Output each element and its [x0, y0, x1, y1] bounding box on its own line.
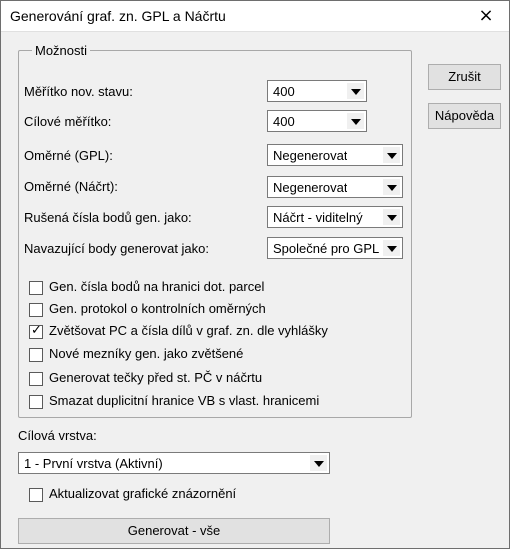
- chevron-down-icon[interactable]: [347, 113, 364, 129]
- checkbox-enlarge-parcel-numbers-label: Zvětšovat PC a čísla dílů v graf. zn. dl…: [49, 323, 328, 338]
- adjoining-points-label: Navazující body generovat jako:: [24, 241, 209, 256]
- scale-new-state-value: 400: [273, 84, 295, 99]
- dialog-window: Generování graf. zn. GPL a Náčrtu × Možn…: [0, 0, 510, 549]
- cancel-button[interactable]: Zrušit: [428, 64, 501, 90]
- checkbox-delete-duplicate-boundaries[interactable]: [29, 395, 43, 409]
- offsets-gpl-value: Negenerovat: [273, 148, 348, 163]
- adjoining-points-value: Společné pro GPL: [273, 241, 380, 256]
- checkbox-update-graphics-label: Aktualizovat grafické znázornění: [49, 486, 237, 501]
- scale-new-state-label: Měřítko nov. stavu:: [24, 84, 133, 99]
- chevron-down-icon[interactable]: [347, 83, 364, 99]
- chevron-down-icon[interactable]: [383, 209, 400, 225]
- chevron-down-icon[interactable]: [383, 147, 400, 163]
- offsets-gpl-label: Oměrné (GPL):: [24, 148, 113, 163]
- chevron-down-icon[interactable]: [310, 455, 327, 471]
- offsets-gpl-select[interactable]: Negenerovat: [267, 144, 403, 166]
- checkbox-boundary-point-numbers[interactable]: [29, 281, 43, 295]
- adjoining-points-select[interactable]: Společné pro GPL: [267, 237, 403, 259]
- checkbox-update-graphics[interactable]: [29, 488, 43, 502]
- checkbox-offsets-protocol[interactable]: [29, 303, 43, 317]
- checkbox-enlarge-parcel-numbers[interactable]: [29, 323, 43, 339]
- window-title: Generování graf. zn. GPL a Náčrtu: [10, 8, 226, 24]
- checkbox-new-markers-enlarged[interactable]: [29, 348, 43, 362]
- options-group: [18, 50, 412, 418]
- offsets-sketch-select[interactable]: Negenerovat: [267, 176, 403, 198]
- target-layer-label: Cílová vrstva:: [18, 428, 97, 443]
- checkbox-offsets-protocol-label: Gen. protokol o kontrolních oměrných: [49, 301, 266, 316]
- target-layer-value: 1 - První vrstva (Aktivní): [24, 456, 163, 471]
- target-scale-select[interactable]: 400: [267, 110, 367, 132]
- checkbox-new-markers-enlarged-label: Nové mezníky gen. jako zvětšené: [49, 346, 244, 361]
- checkbox-dots-before-parcel-label: Generovat tečky před st. PČ v náčrtu: [49, 370, 263, 385]
- target-layer-select[interactable]: 1 - První vrstva (Aktivní): [18, 452, 330, 474]
- options-group-legend: Možnosti: [32, 43, 91, 58]
- target-scale-value: 400: [273, 114, 295, 129]
- cancelled-points-select[interactable]: Náčrt - viditelný: [267, 206, 403, 228]
- generate-all-button[interactable]: Generovat - vše: [18, 518, 330, 544]
- offsets-sketch-label: Oměrné (Náčrt):: [24, 179, 118, 194]
- close-icon[interactable]: ×: [463, 1, 509, 31]
- chevron-down-icon[interactable]: [383, 179, 400, 195]
- chevron-down-icon[interactable]: [383, 240, 400, 256]
- checkbox-dots-before-parcel[interactable]: [29, 372, 43, 386]
- offsets-sketch-value: Negenerovat: [273, 180, 348, 195]
- checkbox-delete-duplicate-boundaries-label: Smazat duplicitní hranice VB s vlast. hr…: [49, 393, 320, 408]
- scale-new-state-select[interactable]: 400: [267, 80, 367, 102]
- help-button[interactable]: Nápověda: [428, 103, 501, 129]
- target-scale-label: Cílové měřítko:: [24, 114, 112, 129]
- title-bar: Generování graf. zn. GPL a Náčrtu ×: [1, 1, 509, 32]
- checkbox-boundary-point-numbers-label: Gen. čísla bodů na hranici dot. parcel: [49, 279, 265, 294]
- cancelled-points-label: Rušená čísla bodů gen. jako:: [24, 210, 192, 225]
- cancelled-points-value: Náčrt - viditelný: [273, 210, 363, 225]
